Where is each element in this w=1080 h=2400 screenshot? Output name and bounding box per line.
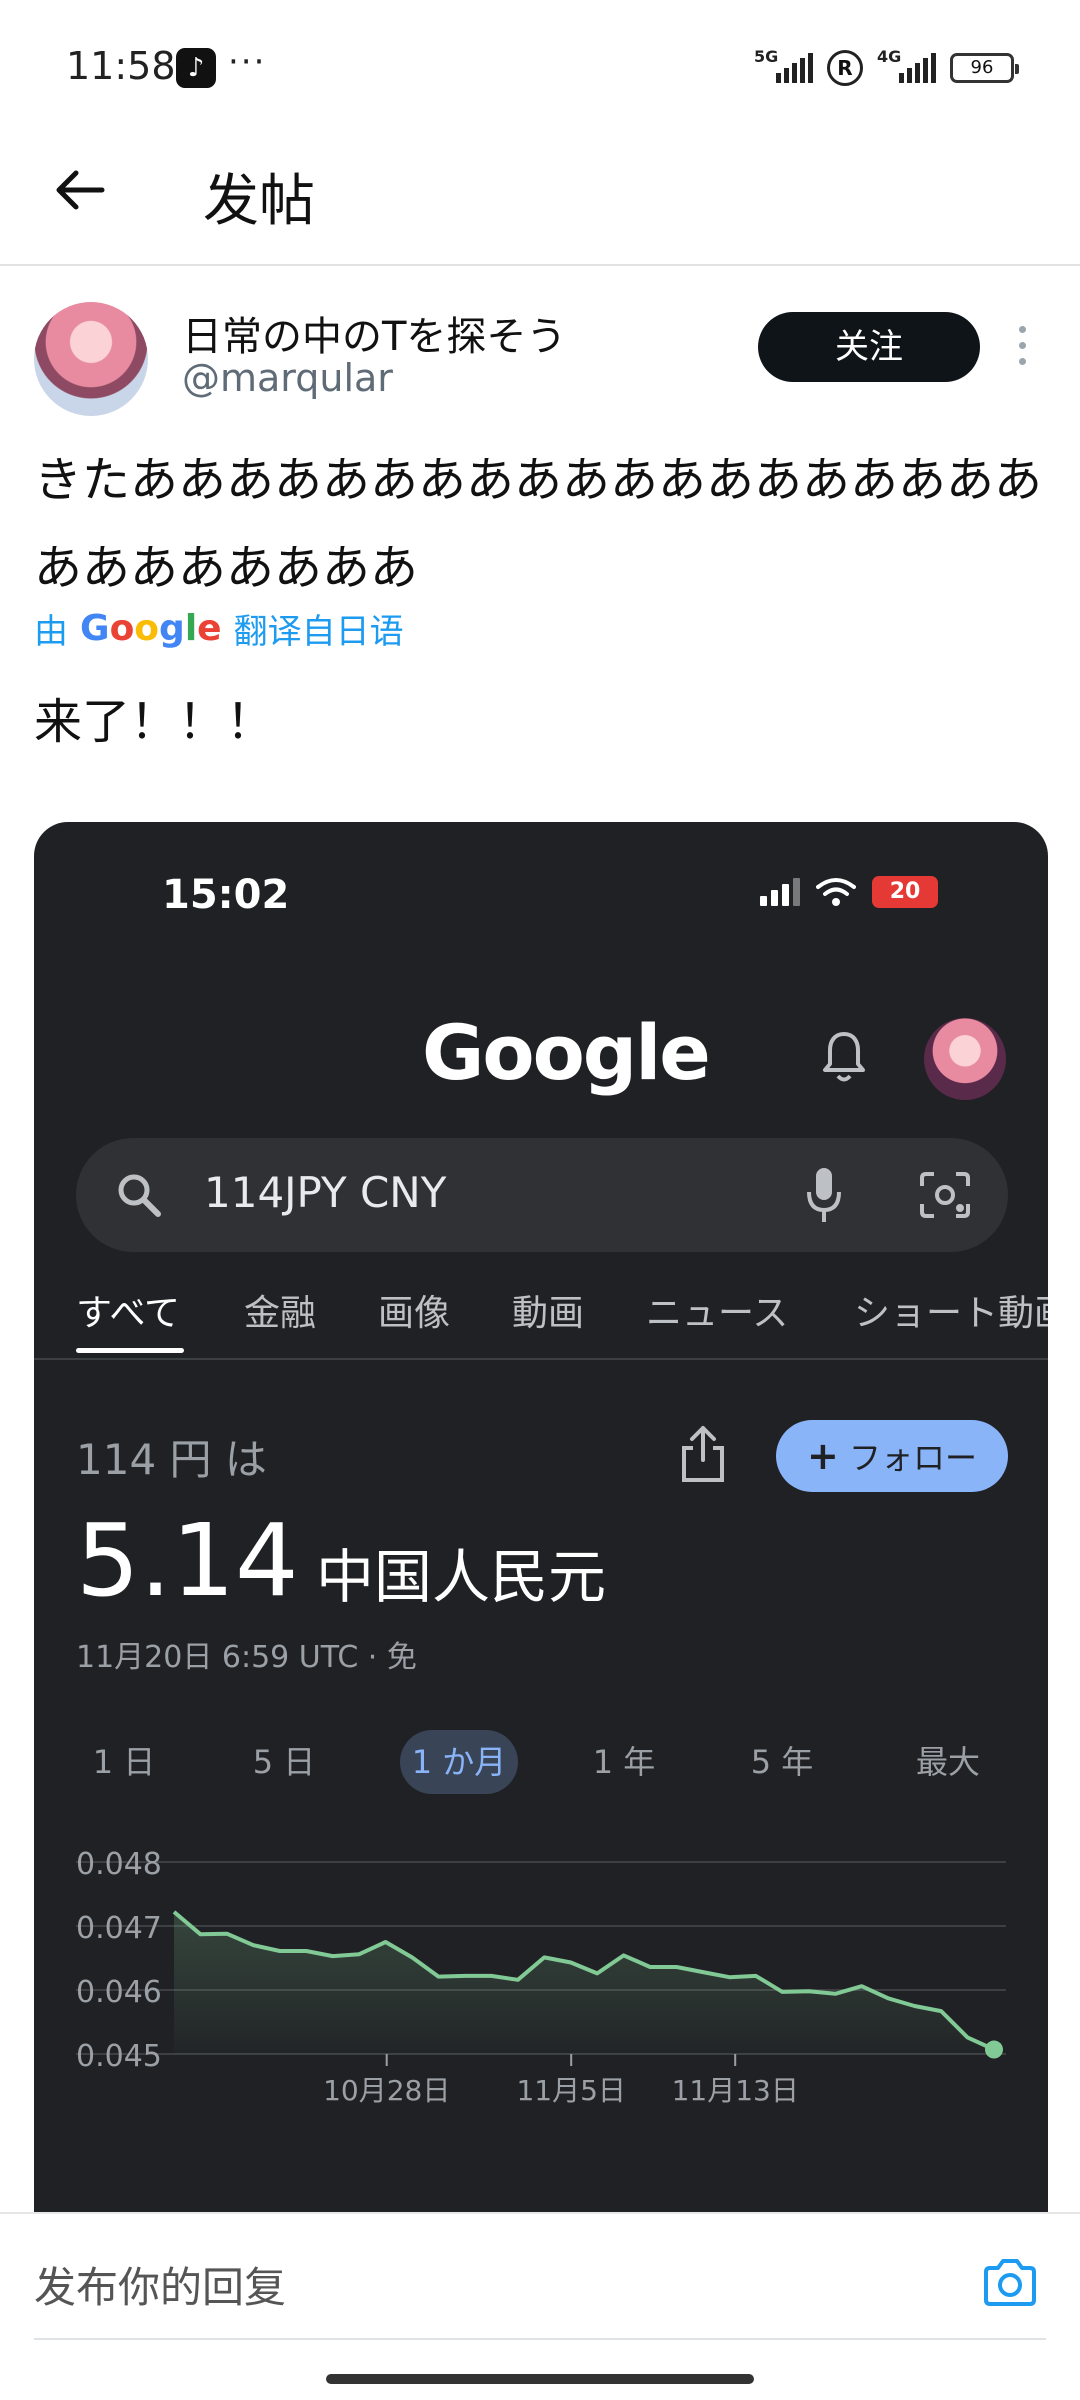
updated-timestamp: 11月20日 6:59 UTC · 免 [76,1640,417,1675]
conversion-amount: 114 円 は [76,1435,267,1484]
tab-finance: 金融 [244,1293,317,1334]
status-time: 11:58 [66,44,176,88]
range-max: 最大 [915,1743,980,1781]
embedded-signal-icon [760,878,800,906]
embedded-battery-icon: 20 [872,876,938,908]
app-header: 发帖 [0,130,1080,266]
post-text: きたあああああああああああああああああああああああああああ [34,452,1043,596]
arrow-left-icon[interactable] [50,160,110,220]
range-1d: 1 日 [92,1743,156,1781]
tab-short-videos: ショート動画 [854,1293,1048,1334]
status-bar: 11:58 ♪ ··· 5G R 4G 96 [0,0,1080,130]
converted-currency: 中国人民元 [316,1543,607,1611]
bell-icon [823,1032,865,1082]
reply-bar: 发布你的回复 [0,2212,1080,2342]
tab-videos: 動画 [512,1293,585,1334]
page-title: 发帖 [203,169,315,234]
network-label-4g: 4G [877,47,902,66]
range-1y: 1 年 [592,1743,656,1781]
tab-news: ニュース [646,1293,789,1334]
search-icon [118,1174,161,1217]
google-logo: Google [80,608,222,649]
range-1m: 1 か月 [400,1730,518,1794]
follow-button[interactable]: 关注 [758,312,980,382]
translated-suffix: 翻译自日语 [233,612,404,652]
range-selector: 1 日 5 日 1 か月 1 年 5 年 最大 [34,1730,1048,1794]
exchange-rate-chart: 0.048 0.047 0.046 0.045 10月28日 11月5日 11月13日 [76,1847,1006,2107]
display-name[interactable]: 日常の中のTを探そう [182,304,566,362]
embedded-status-icons: 20 [760,876,938,908]
search-query: 114JPY CNY [204,1168,447,1217]
signal-4g-icon: 4G [877,47,936,83]
active-tab-indicator [76,1348,184,1353]
y-tick-label: 0.048 [76,1847,162,1882]
status-icons: 5G R 4G 96 [754,47,1019,88]
lens-camera-icon [920,1172,970,1218]
signal-5g-icon: 5G [754,47,813,83]
network-label-5g: 5G [754,47,779,66]
x-tick-label: 11月13日 [672,2074,799,2107]
camera-icon[interactable] [982,2258,1038,2308]
microphone-icon [807,1168,841,1222]
embedded-time: 15:02 [162,872,290,918]
x-tick-label: 10月28日 [323,2074,450,2107]
embedded-follow-button: + フォロー [776,1420,1008,1492]
avatar[interactable] [34,302,148,416]
x-tick-label: 11月5日 [516,2074,625,2107]
tab-all: すべて [76,1293,181,1334]
battery-icon: 96 [950,53,1019,83]
more-options-icon[interactable] [1016,326,1028,370]
user-handle[interactable]: @marqular [182,356,393,400]
post-image[interactable]: 15:02 20 Google 114JPY CNY すべて 金融 画像 動画 … [34,822,1048,2222]
plus-icon: + [806,1434,839,1478]
translated-text: 来了！！！ [34,694,275,750]
roaming-icon: R [827,50,863,86]
y-tick-label: 0.045 [76,2039,162,2074]
tab-images: 画像 [378,1293,451,1334]
embedded-tabs: すべて 金融 画像 動画 ニュース ショート動画 [34,1284,1048,1360]
latest-point [985,2040,1003,2059]
translated-by[interactable]: 由 Google 翻译自日语 [34,604,404,653]
y-tick-label: 0.046 [76,1975,162,2010]
home-indicator [326,2374,754,2384]
series-area [174,1911,994,2054]
share-icon [682,1426,724,1482]
converted-value: 5.14 [76,1502,299,1619]
range-5y: 5 年 [750,1743,814,1781]
y-tick-label: 0.047 [76,1911,162,1946]
embedded-search-bar: 114JPY CNY [76,1138,1008,1252]
range-5d: 5 日 [252,1743,316,1781]
translated-prefix: 由 [34,612,68,652]
reply-underline [34,2338,1046,2340]
wifi-icon [816,878,856,906]
embedded-follow-label: フォロー [849,1439,978,1477]
status-more: ··· [228,42,267,82]
embedded-avatar [924,1018,1006,1100]
reply-input[interactable]: 发布你的回复 [34,2254,286,2315]
google-logo-embedded: Google [422,1008,711,1097]
tiktok-icon: ♪ [176,48,216,88]
